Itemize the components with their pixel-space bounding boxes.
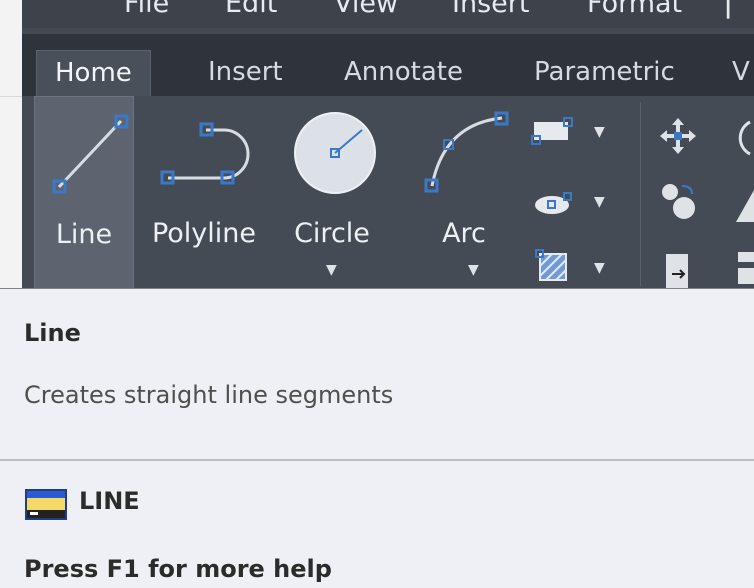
tab-home[interactable]: Home	[36, 50, 151, 97]
ribbon-tab-row: Home Insert Annotate Parametric V	[22, 34, 754, 97]
copy-icon[interactable]	[658, 180, 700, 224]
line-tool-label: Line	[55, 219, 113, 250]
polyline-tool-button[interactable]: Polyline	[142, 96, 266, 290]
tooltip-popup: Line Creates straight line segments LINE…	[0, 288, 754, 588]
menu-format[interactable]: Format	[587, 0, 682, 19]
move-icon[interactable]	[658, 116, 698, 156]
command-line-icon	[25, 489, 67, 520]
left-gutter	[0, 0, 22, 290]
tab-parametric[interactable]: Parametric	[534, 50, 675, 96]
tab-insert[interactable]: Insert	[208, 50, 283, 96]
circle-dropdown-icon[interactable]: ▼	[326, 262, 337, 278]
rotate-icon[interactable]	[728, 116, 754, 160]
circle-tool-button[interactable]: Circle ▼	[282, 96, 382, 290]
arc-tool-label: Arc	[442, 218, 486, 249]
tooltip-divider	[0, 459, 754, 461]
line-tool-button[interactable]: Line	[34, 96, 134, 290]
tab-view-partial[interactable]: V	[732, 50, 750, 96]
panel-separator	[640, 102, 641, 286]
tooltip-description: Creates straight line segments	[24, 381, 394, 409]
tooltip-title: Line	[24, 319, 81, 347]
ellipse-dropdown-icon[interactable]: ▼	[594, 194, 605, 210]
scale-icon[interactable]	[734, 250, 754, 286]
circle-tool-label: Circle	[294, 218, 370, 249]
rectangle-dropdown-icon[interactable]: ▼	[594, 124, 605, 140]
menu-next-partial[interactable]: ▏	[727, 0, 748, 19]
arc-dropdown-icon[interactable]: ▼	[468, 262, 479, 278]
draw-panel: Line Polyline Circle ▼ Arc ▼ ▼ ▼ ▼	[22, 96, 754, 290]
menu-edit[interactable]: Edit	[225, 0, 277, 19]
hatch-dropdown-icon[interactable]: ▼	[594, 260, 605, 276]
rectangle-icon[interactable]	[530, 114, 576, 146]
menu-insert[interactable]: Insert	[452, 0, 529, 19]
circle-icon	[294, 112, 376, 194]
command-name: LINE	[79, 487, 140, 515]
mirror-icon[interactable]	[734, 188, 754, 224]
help-hint: Press F1 for more help	[24, 555, 332, 583]
polyline-tool-label: Polyline	[151, 218, 257, 249]
hatch-icon[interactable]	[530, 246, 576, 286]
menu-file[interactable]: File	[124, 0, 169, 19]
polyline-icon	[160, 122, 250, 185]
menu-bar: File Edit View Insert Format ▏	[22, 0, 754, 28]
line-icon	[52, 114, 129, 194]
tab-annotate[interactable]: Annotate	[344, 50, 463, 96]
stretch-icon[interactable]	[662, 246, 698, 290]
divider	[0, 96, 22, 97]
arc-icon	[424, 111, 509, 193]
menu-view[interactable]: View	[334, 0, 398, 19]
arc-tool-button[interactable]: Arc ▼	[414, 96, 514, 290]
application-window: File Edit View Insert Format ▏ Home Inse…	[0, 0, 754, 290]
hatch-ellipse-icon[interactable]	[530, 188, 576, 218]
